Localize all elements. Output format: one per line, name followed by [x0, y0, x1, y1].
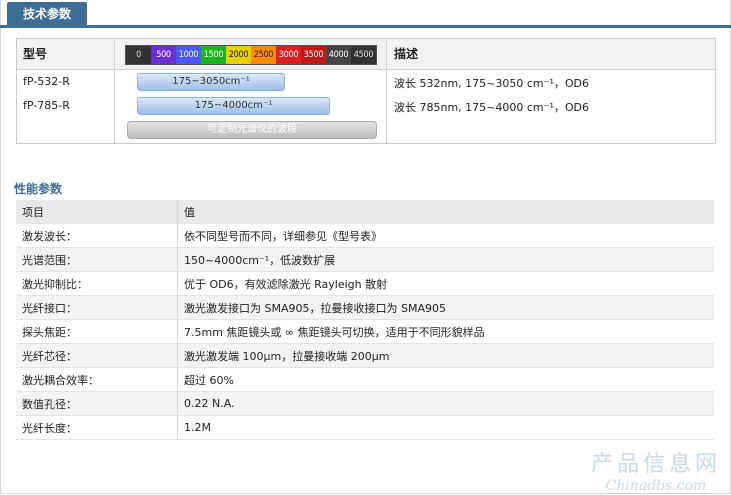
perf-title: 性能参数: [14, 182, 63, 196]
custom-range-bar: 可定制光谱仪的波段: [127, 121, 377, 139]
scale-tick: 3000: [276, 46, 301, 64]
perf-item: 光纤芯径：: [16, 343, 178, 368]
perf-row: 光谱范围： 150~4000cm⁻¹，低波数扩展: [16, 247, 714, 272]
watermark: 产品信息网 Chinadbs.com: [591, 446, 721, 494]
perf-item: 光纤长度：: [16, 415, 178, 440]
perf-row: 光纤芯径： 激光激发端 100μm，拉曼接收端 200μm: [16, 343, 714, 368]
perf-row: 光纤接口： 激光激发接口为 SMA905，拉曼接收接口为 SMA905: [16, 295, 714, 320]
scale-tick: 2500: [251, 46, 276, 64]
perf-row: 激光抑制比： 优于 OD6，有效滤除激光 Rayleigh 散射: [16, 271, 714, 296]
scale-tick: 1500: [201, 46, 226, 64]
wavelength-scale: 0 500 1000 1500 2000 2500 3000 3500 4000 4500: [125, 45, 377, 65]
scale-tick: 500: [151, 46, 176, 64]
model-cell: fP-785-R: [23, 99, 70, 112]
spec-divider: [386, 39, 387, 143]
watermark-line2: Chinadbs.com: [605, 478, 707, 494]
perf-header-value: 值: [177, 200, 714, 224]
desc-cell: 波长 532nm, 175~3050 cm⁻¹，OD6: [394, 77, 589, 90]
scale-tick: 4000: [326, 46, 351, 64]
header-model: 型号: [23, 47, 48, 61]
scale-tick: 0: [126, 46, 151, 64]
range-bar: 175~4000cm⁻¹: [137, 97, 330, 115]
perf-value: 150~4000cm⁻¹，低波数扩展: [177, 247, 714, 272]
perf-item: 激光抑制比：: [16, 271, 178, 296]
perf-value: 7.5mm 焦距镜头或 ∞ 焦距镜头可切换，适用于不同形貌样品: [177, 319, 714, 344]
perf-row: 数值孔径： 0.22 N.A.: [16, 391, 714, 416]
perf-row: 激光耦合效率： 超过 60%: [16, 367, 714, 392]
perf-header-item: 项目: [16, 200, 178, 224]
perf-row: 激发波长： 依不同型号而不同，详细参见《型号表》: [16, 223, 714, 248]
perf-item: 激光耦合效率：: [16, 367, 178, 392]
spec-divider: [114, 39, 115, 143]
scale-tick: 1000: [176, 46, 201, 64]
perf-value: 超过 60%: [177, 367, 714, 392]
perf-table: 项目 值 激发波长： 依不同型号而不同，详细参见《型号表》 光谱范围： 150~400…: [16, 200, 714, 440]
scale-tick: 4500: [351, 46, 376, 64]
scale-tick: 3500: [301, 46, 326, 64]
tab-underline: [0, 25, 731, 28]
perf-item: 激发波长：: [16, 223, 178, 248]
scale-tick: 2000: [226, 46, 251, 64]
perf-row: 光纤长度： 1.2M: [16, 415, 714, 440]
tab-tech-params[interactable]: 技术参数: [7, 2, 87, 26]
perf-value: 1.2M: [177, 415, 714, 440]
perf-value: 0.22 N.A.: [177, 391, 714, 416]
spec-table: 型号 描述 0 500 1000 1500 2000 2500 3000 3500 4000 45…: [16, 38, 716, 144]
perf-value: 优于 OD6，有效滤除激光 Rayleigh 散射: [177, 271, 714, 296]
range-bar: 175~3050cm⁻¹: [137, 73, 285, 91]
model-cell: fP-532-R: [23, 75, 70, 88]
perf-item: 光纤接口：: [16, 295, 178, 320]
perf-value: 依不同型号而不同，详细参见《型号表》: [177, 223, 714, 248]
perf-row: 探头焦距： 7.5mm 焦距镜头或 ∞ 焦距镜头可切换，适用于不同形貌样品: [16, 319, 714, 344]
watermark-line1: 产品信息网: [590, 452, 721, 477]
perf-item: 探头焦距：: [16, 319, 178, 344]
perf-item: 光谱范围：: [16, 247, 178, 272]
perf-value: 激光激发接口为 SMA905，拉曼接收接口为 SMA905: [177, 295, 714, 320]
perf-header-row: 项目 值: [16, 200, 714, 224]
perf-value: 激光激发端 100μm，拉曼接收端 200μm: [177, 343, 714, 368]
header-desc: 描述: [394, 47, 419, 61]
desc-cell: 波长 785nm, 175~4000 cm⁻¹，OD6: [394, 101, 589, 114]
perf-item: 数值孔径：: [16, 391, 178, 416]
